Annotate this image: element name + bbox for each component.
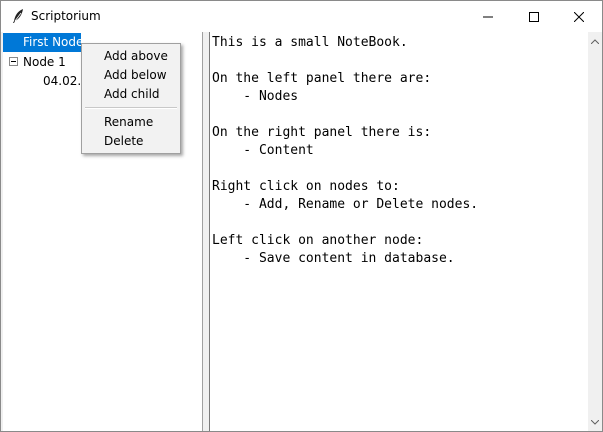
node-context-menu: Add above Add below Add child Rename Del… <box>81 43 181 154</box>
minimize-icon <box>483 16 493 17</box>
menu-item-add-above[interactable]: Add above <box>83 47 179 66</box>
scroll-up-button[interactable] <box>588 34 602 48</box>
title-bar[interactable]: Scriptorium <box>1 1 602 32</box>
tree-node-first-node[interactable]: First Node <box>3 33 84 52</box>
minimize-button[interactable] <box>465 1 511 32</box>
tree-node-label: Node 1 <box>23 55 66 69</box>
menu-item-add-child[interactable]: Add child <box>83 85 179 104</box>
menu-item-rename[interactable]: Rename <box>83 113 179 132</box>
content-editor[interactable]: This is a small NoteBook. On the left pa… <box>209 32 588 431</box>
content-text[interactable]: This is a small NoteBook. On the left pa… <box>210 32 588 268</box>
chevron-down-icon <box>591 419 599 425</box>
window-title: Scriptorium <box>31 9 101 23</box>
chevron-up-icon <box>591 38 599 44</box>
collapse-icon[interactable] <box>9 57 18 66</box>
maximize-button[interactable] <box>511 1 557 32</box>
maximize-icon <box>529 11 539 22</box>
quill-feather-icon <box>11 8 25 24</box>
tree-node-label: First Node <box>23 35 84 49</box>
scroll-down-button[interactable] <box>588 415 602 429</box>
close-icon <box>574 11 584 22</box>
app-window: Scriptorium First Node Node 1 04.02.20 T… <box>0 0 603 432</box>
menu-item-add-below[interactable]: Add below <box>83 66 179 85</box>
menu-separator <box>85 107 177 109</box>
close-button[interactable] <box>556 1 602 32</box>
vertical-scrollbar[interactable] <box>588 32 602 431</box>
menu-item-delete[interactable]: Delete <box>83 132 179 151</box>
